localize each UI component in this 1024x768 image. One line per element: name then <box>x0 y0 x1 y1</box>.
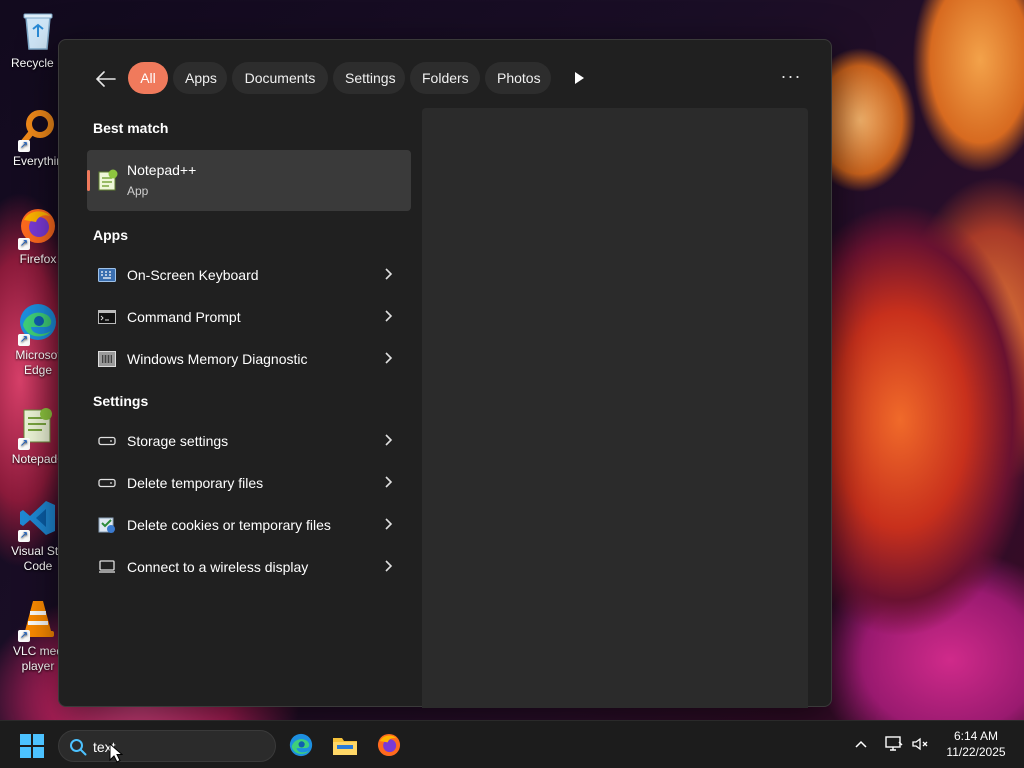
firefox-icon <box>377 733 401 757</box>
preview-pane <box>422 108 808 708</box>
more-options-button[interactable]: ··· <box>777 62 805 94</box>
best-match-kind: App <box>127 184 149 198</box>
system-clock[interactable]: 6:14 AM 11/22/2025 <box>936 728 1016 760</box>
taskbar-firefox[interactable] <box>373 729 405 761</box>
result-label: Delete cookies or temporary files <box>127 517 331 533</box>
taskbar-search-box[interactable] <box>58 730 276 762</box>
chevron-right-icon[interactable] <box>383 432 393 448</box>
chevron-up-icon[interactable] <box>852 735 870 753</box>
best-match-item[interactable]: Notepad++ App <box>87 150 411 211</box>
keyboard-icon <box>97 266 117 284</box>
filter-all[interactable]: All <box>128 62 168 94</box>
file-explorer-icon <box>333 738 357 755</box>
result-delete-cookies[interactable]: Delete cookies or temporary files <box>87 505 411 545</box>
best-match-heading: Best match <box>93 120 169 136</box>
chevron-right-icon[interactable] <box>383 266 393 282</box>
clock-time: 6:14 AM <box>953 729 999 743</box>
filter-photos[interactable]: Photos <box>485 62 551 94</box>
volume-muted-icon[interactable] <box>910 734 930 754</box>
shortcut-arrow-icon: ↗ <box>18 140 30 152</box>
shortcut-arrow-icon: ↗ <box>18 630 30 642</box>
chevron-right-icon[interactable] <box>383 350 393 366</box>
windows-logo-icon <box>20 734 44 758</box>
recycle-bin-icon <box>16 8 60 52</box>
taskbar-edge[interactable] <box>285 729 317 761</box>
edge-icon <box>289 733 313 757</box>
vscode-icon: ↗ <box>16 496 60 542</box>
result-connect-wireless-display[interactable]: Connect to a wireless display <box>87 547 411 587</box>
result-on-screen-keyboard[interactable]: On-Screen Keyboard <box>87 255 411 295</box>
result-label: Windows Memory Diagnostic <box>127 351 308 367</box>
filter-apps[interactable]: Apps <box>173 62 227 94</box>
result-storage-settings[interactable]: Storage settings <box>87 421 411 461</box>
chevron-right-icon[interactable] <box>383 558 393 574</box>
storage-icon <box>97 432 117 450</box>
shortcut-arrow-icon: ↗ <box>18 530 30 542</box>
taskbar-file-explorer[interactable] <box>329 729 361 761</box>
clock-date: 11/22/2025 <box>946 745 1006 759</box>
mouse-pointer-icon <box>109 743 123 763</box>
firefox-icon: ↗ <box>16 204 60 250</box>
shortcut-arrow-icon: ↗ <box>18 334 30 346</box>
start-search-panel: All Apps Documents Settings Folders Phot… <box>58 39 832 708</box>
display-icon <box>97 558 117 576</box>
taskbar: 6:14 AM 11/22/2025 <box>0 720 1024 768</box>
more-filters-button[interactable] <box>567 62 591 94</box>
chevron-right-icon[interactable] <box>383 516 393 532</box>
vlc-icon: ↗ <box>16 596 60 642</box>
shortcut-arrow-icon: ↗ <box>18 238 30 250</box>
notepadpp-icon: ↗ <box>16 404 60 450</box>
notepadpp-icon <box>98 169 118 191</box>
result-delete-temporary-files[interactable]: Delete temporary files <box>87 463 411 503</box>
filter-settings[interactable]: Settings <box>333 62 405 94</box>
result-label: Delete temporary files <box>127 475 264 491</box>
result-windows-memory-diagnostic[interactable]: Windows Memory Diagnostic <box>87 339 411 379</box>
chevron-right-icon[interactable] <box>383 474 393 490</box>
back-button[interactable] <box>93 66 119 92</box>
play-icon <box>575 72 584 84</box>
memory-diagnostic-icon <box>97 350 117 368</box>
result-command-prompt[interactable]: Command Prompt <box>87 297 411 337</box>
shortcut-arrow-icon: ↗ <box>18 438 30 450</box>
filter-documents[interactable]: Documents <box>232 62 328 94</box>
terminal-icon <box>97 308 117 326</box>
filter-folders[interactable]: Folders <box>410 62 480 94</box>
chevron-right-icon[interactable] <box>383 308 393 324</box>
result-label: Command Prompt <box>127 309 241 325</box>
network-icon[interactable] <box>884 734 904 754</box>
result-label: Storage settings <box>127 433 229 449</box>
storage-icon <box>97 474 117 492</box>
apps-heading: Apps <box>93 227 128 243</box>
everything-search-icon: ↗ <box>16 106 60 152</box>
search-filter-bar: All Apps Documents Settings Folders Phot… <box>59 62 831 94</box>
selection-accent <box>87 170 90 191</box>
start-button[interactable] <box>20 734 44 758</box>
result-label: Connect to a wireless display <box>127 559 309 575</box>
edge-icon: ↗ <box>16 300 60 346</box>
search-icon <box>70 739 87 756</box>
result-label: On-Screen Keyboard <box>127 267 259 283</box>
settings-heading: Settings <box>93 393 149 409</box>
best-match-name: Notepad++ <box>127 162 197 178</box>
internet-options-icon <box>97 516 117 534</box>
arrow-left-icon <box>96 71 116 87</box>
